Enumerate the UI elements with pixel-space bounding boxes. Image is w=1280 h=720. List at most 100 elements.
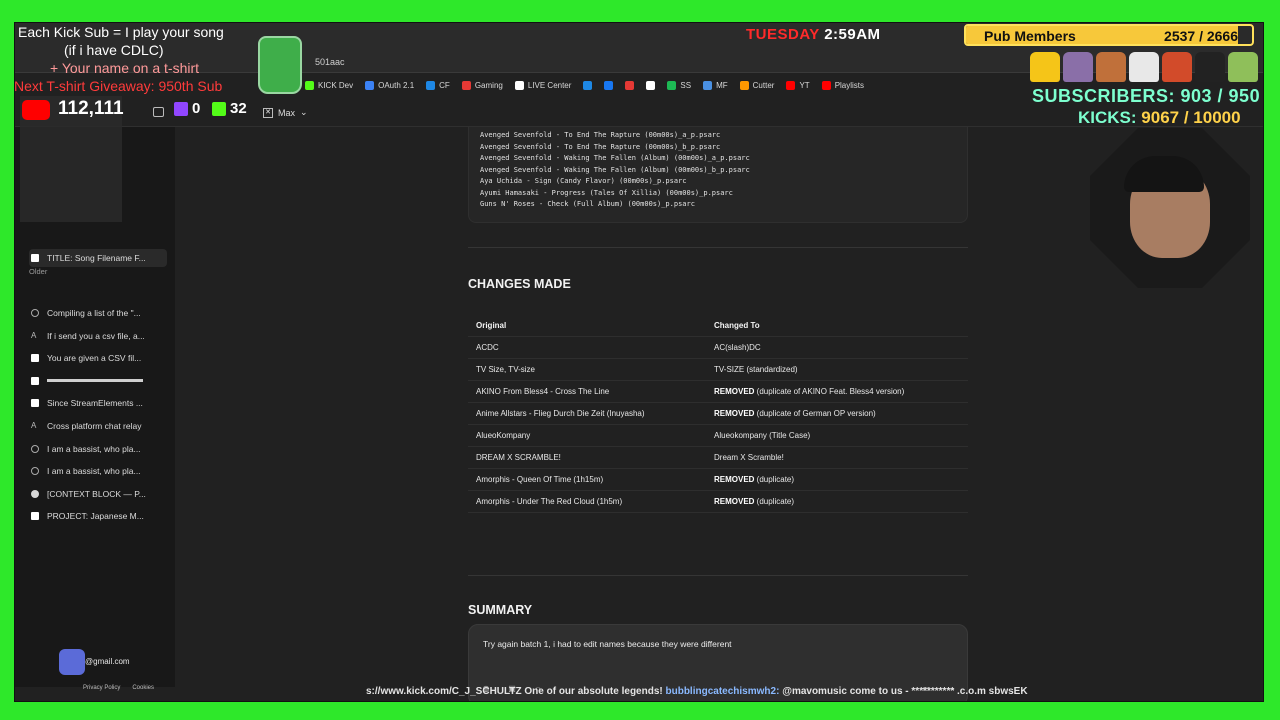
subscribers-goal: SUBSCRIBERS: 903 / 950 (1032, 86, 1261, 106)
overlay-line-4: Next T-shirt Giveaway: 950th Sub (14, 78, 223, 94)
sidebar-chat-label: PROJECT: Japanese M... (47, 511, 144, 522)
cell-changed-to: Dream X Scramble! (714, 453, 784, 462)
sidebar-chat-item[interactable]: You are given a CSV fil... (29, 349, 167, 367)
table-row: ACDC AC(slash)DC (468, 337, 968, 359)
bookmark-item[interactable]: Cutter (739, 80, 775, 90)
kicks-value: 9067 / 10000 (1141, 108, 1241, 127)
bookmark-label: YT (799, 80, 810, 90)
bookmark-label: Playlists (834, 80, 865, 90)
bookmark-label: CF (439, 80, 450, 90)
bookmark-item[interactable] (583, 80, 593, 90)
bookmark-item[interactable]: Gaming (461, 80, 503, 90)
bookmark-item[interactable]: CF (426, 80, 450, 90)
table-row: TV Size, TV-size TV-SIZE (standardized) (468, 359, 968, 381)
cell-changed-to: REMOVED (duplicate) (714, 475, 794, 484)
bookmark-item[interactable] (604, 80, 614, 90)
removed-label: REMOVED (714, 409, 755, 418)
bookmark-icon (604, 80, 614, 90)
overlay-line-3: + Your name on a t-shirt (50, 60, 200, 76)
change-description: Dream X Scramble! (714, 453, 784, 462)
shirt-row (1030, 52, 1260, 84)
sidebar-chat-item[interactable]: I am a bassist, who pla... (29, 462, 167, 480)
bookmark-item[interactable]: SS (667, 80, 692, 90)
code-line: Guns N' Roses - Check (Full Album) (00m0… (480, 200, 695, 208)
account-menu[interactable]: @gmail.com Privacy Policy Cookies (15, 647, 175, 691)
cell-original: Anime Allstars - Flieg Durch Die Zeit (I… (476, 409, 645, 418)
kick-icon (212, 102, 226, 116)
account-email: @gmail.com (85, 657, 130, 666)
bookmark-item[interactable]: OAuth 2.1 (365, 80, 415, 90)
sidebar-chat-item[interactable] (29, 372, 167, 390)
table-row: Amorphis - Queen Of Time (1h15m) REMOVED … (468, 469, 968, 491)
table-row: AKINO From Bless4 - Cross The Line REMOVE… (468, 381, 968, 403)
browser-window: 501aac KICK Dev OAuth 2.1 CF Gaming LIVE Cen… (14, 22, 1264, 702)
social-counts: 112,111 0 32 (18, 98, 258, 122)
sidebar-chat-item[interactable]: I am a bassist, who pla... (29, 440, 167, 458)
tshirt-icon (1228, 52, 1258, 82)
sidebar-chat-label: Since StreamElements ... (47, 398, 143, 409)
sidebar-chat-item[interactable]: PROJECT: Japanese M... (29, 507, 167, 525)
bookmark-label: SS (680, 80, 692, 90)
stream-frame: 501aac KICK Dev OAuth 2.1 CF Gaming LIVE Cen… (0, 0, 1280, 720)
cookies-link[interactable]: Cookies (132, 685, 154, 691)
sidebar-chat-item[interactable]: TITLE: Song Filename F... (29, 249, 167, 267)
sidebar-chat-label: Compiling a list of the "... (47, 308, 141, 318)
sidebar-chat-label: Cross platform chat relay (47, 421, 142, 431)
bookmark-label: Cutter (752, 80, 775, 90)
kick-count: 32 (230, 100, 247, 117)
sidebar-chat-item[interactable]: Since StreamElements ... (29, 394, 167, 412)
removed-label: REMOVED (714, 475, 755, 484)
cell-original: AKINO From Bless4 - Cross The Line (476, 387, 610, 396)
cell-original: AlueoKompany (476, 431, 531, 440)
bookmark-item[interactable] (646, 80, 656, 90)
bookmark-item[interactable]: KICK Dev (305, 80, 353, 90)
bookmark-label: Gaming (474, 80, 503, 90)
clock-day: TUESDAY (746, 26, 820, 43)
bookmark-item[interactable] (625, 80, 635, 90)
model-label: Max (278, 107, 296, 118)
bookmark-label: OAuth 2.1 (378, 80, 415, 90)
claude-icon (31, 354, 39, 363)
claude-icon (31, 254, 39, 262)
cell-original: Amorphis - Queen Of Time (1h15m) (476, 475, 604, 484)
sidebar-chat-item[interactable]: [CONTEXT BLOCK — P... (29, 485, 167, 503)
bookmark-item[interactable]: MF (703, 80, 728, 90)
privacy-policy-link[interactable]: Privacy Policy (83, 685, 120, 691)
a-icon: A (31, 421, 37, 430)
bookmark-item[interactable]: Playlists (821, 80, 865, 90)
sidebar-chat-item[interactable]: Compiling a list of the "... (29, 304, 167, 322)
bookmark-icon (305, 80, 314, 90)
header-changed-to: Changed To (714, 321, 760, 330)
address-bar[interactable]: 501aac (315, 57, 345, 67)
bookmark-item[interactable]: LIVE Center (514, 80, 571, 90)
change-description: (duplicate) (754, 497, 795, 506)
sidebar-chat-label: I am a bassist, who pla... (47, 443, 141, 454)
clock-time: 2:59AM (824, 26, 881, 43)
cell-changed-to: REMOVED (duplicate of German OP version) (714, 409, 876, 418)
message-input[interactable]: Try again batch 1, i had to edit names b… (483, 639, 732, 649)
code-line: Aya Uchida - Sign (Candy Flavor) (00m00s… (480, 177, 687, 185)
globe-icon (31, 309, 39, 317)
tshirt-icon (1030, 52, 1060, 82)
table-row: Anime Allstars - Flieg Durch Die Zeit (I… (468, 403, 968, 425)
bookmark-item[interactable]: YT (786, 80, 810, 90)
bookmarks-bar: KICK Dev OAuth 2.1 CF Gaming LIVE Center SS MF… (305, 77, 864, 93)
ticker-message-2: @mavomusic come to us - *********** .c.o… (782, 686, 1028, 697)
sidebar-chat-item[interactable]: A If i send you a csv file, a... (29, 327, 167, 345)
kicks-label: KICKS: (1078, 108, 1137, 127)
claude-icon (31, 399, 39, 408)
tshirt-icon (1162, 52, 1192, 82)
overlay-line-1: Each Kick Sub = I play your song (18, 24, 224, 40)
tshirt-icon (1063, 52, 1093, 82)
cell-changed-to: TV-SIZE (standardized) (714, 365, 798, 374)
youtube-icon (22, 100, 50, 120)
table-row: Amorphis - Under The Red Cloud (1h5m) REM… (468, 491, 968, 513)
chat-ticker: s://www.kick.com/C_J_SCHULTZ One of our … (366, 686, 1028, 697)
cell-changed-to: AC(slash)DC (714, 343, 761, 352)
header-original: Original (476, 321, 507, 330)
model-selector-button[interactable]: ✕ Max ⌄ (263, 107, 308, 118)
cell-changed-to: REMOVED (duplicate) (714, 497, 794, 506)
sidebar-chat-item[interactable]: A Cross platform chat relay (29, 417, 167, 435)
change-description: (duplicate of German OP version) (754, 409, 876, 418)
table-row: AlueoKompany Alueokompany (Title Case) (468, 425, 968, 447)
